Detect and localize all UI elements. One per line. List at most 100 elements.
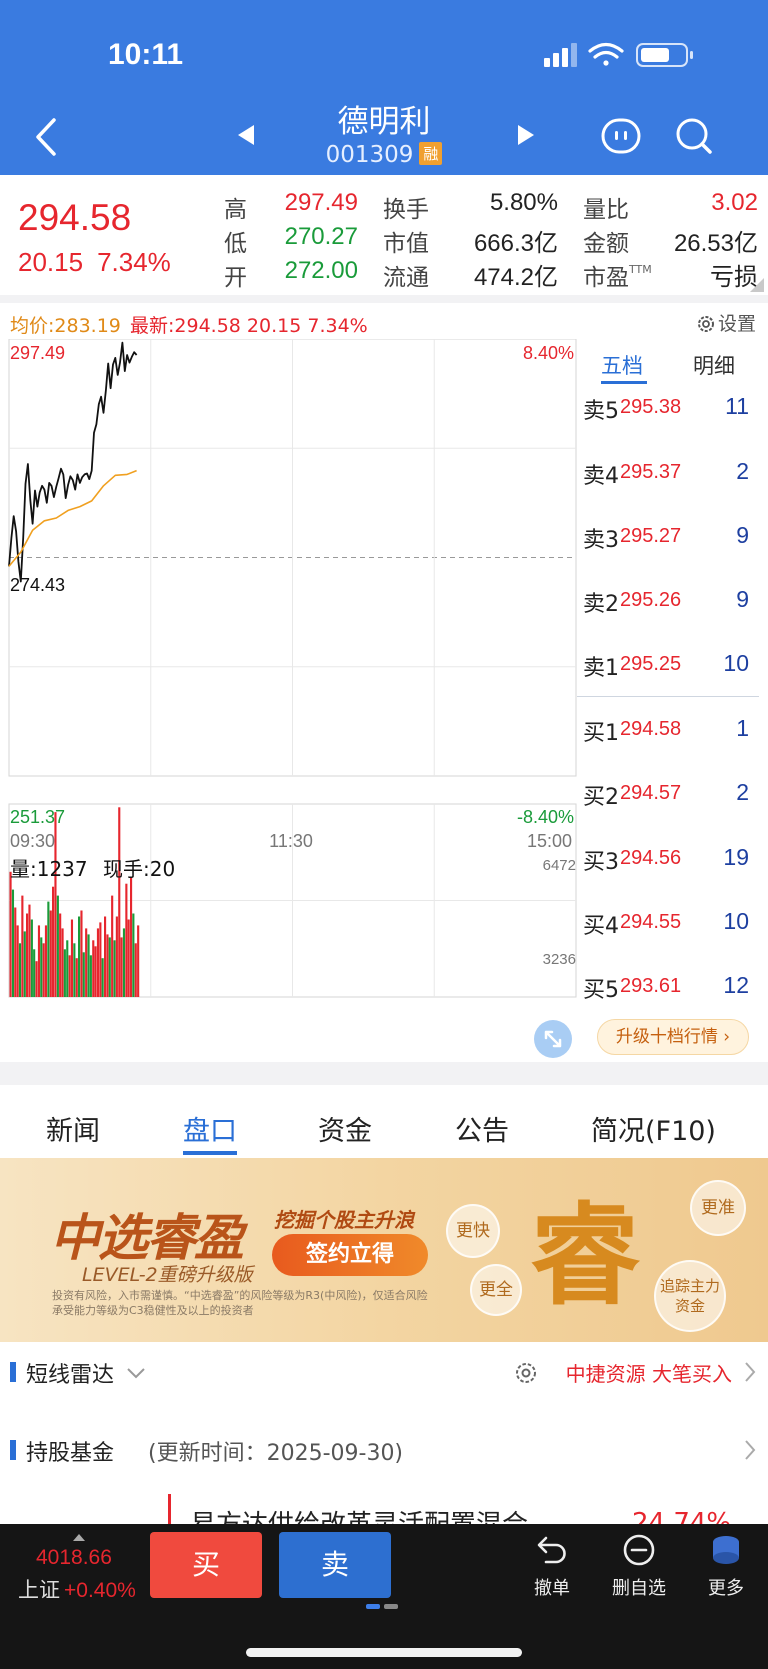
chevron-right-icon[interactable] [742,1437,758,1463]
ask-price: 295.26 [620,589,682,611]
undo-icon [537,1536,566,1564]
ask-volume: 2 [736,458,749,484]
volume-bar [52,886,55,997]
x-tick-label: 11:30 [269,831,313,851]
fullscreen-button[interactable] [534,1020,572,1058]
turnover-label: 换手 [383,197,429,223]
ask-volume: 11 [725,393,749,419]
ask-price: 295.25 [620,653,682,675]
ask-price: 295.38 [620,396,682,418]
assistant-icon[interactable] [599,116,643,156]
remove-watchlist-button[interactable]: 删自选 [604,1532,674,1600]
expand-corner-icon[interactable] [750,278,764,292]
ask-row[interactable]: 卖5 295.38 11 [577,387,759,427]
change-value: 20.15 [18,247,84,277]
search-icon[interactable] [672,116,716,156]
chart-settings-button[interactable]: 设置 [696,309,756,336]
radar-alert[interactable]: 中捷资源 大笔买入 [566,1358,732,1387]
home-indicator[interactable] [246,1648,522,1657]
volume-bar [33,949,36,997]
more-button[interactable]: 更多 [691,1532,761,1600]
volume-bar [28,904,31,997]
funds-update-time: (更新时间：2025-09-30) [148,1441,404,1466]
bid-row[interactable]: 买3 294.56 19 [577,838,759,878]
tab-f10[interactable]: 简况(F10) [591,1109,716,1148]
index-info[interactable]: 上证 +0.40% [18,1574,136,1604]
volume-bar [108,937,111,997]
upgrade-level10-button[interactable]: 升级十档行情 › [597,1019,749,1055]
holding-funds-row[interactable]: 持股基金 (更新时间：2025-09-30) [0,1423,768,1479]
volume-bar [70,919,74,997]
ask-label: 卖5 [583,399,619,424]
volume-bar [96,928,100,997]
banner-bubble: 更准 [690,1180,746,1236]
chevron-right-icon[interactable] [742,1359,758,1385]
tab-funds-flow[interactable]: 资金 [318,1109,372,1148]
order-book: 五档 明细 卖5 295.38 11 卖4 295.37 2 卖3 295.27 9 卖2 2… [577,340,759,1060]
bid-row[interactable]: 买5 293.61 12 [577,966,759,1006]
volume-bar [137,925,140,997]
bid-price: 294.57 [620,782,682,804]
open-label: 开 [224,265,247,291]
tab-market[interactable]: 盘口 [183,1109,237,1148]
last-price: 294.58 [18,197,132,238]
index-value[interactable]: 4018.66 [36,1546,112,1570]
gear-icon[interactable] [514,1361,538,1385]
bid-row[interactable]: 买1 294.58 1 [577,709,759,749]
banner-bubble: 更全 [470,1264,522,1316]
volume-bar [111,895,114,997]
volume-bar [73,943,76,997]
chevron-down-icon[interactable] [125,1365,147,1381]
volume-bar [127,919,130,997]
tab-five-levels[interactable]: 五档 [601,350,643,380]
volume-bar [59,913,62,997]
ask-row[interactable]: 卖2 295.26 9 [577,580,759,620]
volume-bar [87,934,90,997]
y-top-label: 297.49 [10,343,65,363]
ask-row[interactable]: 卖1 295.25 10 [577,644,759,684]
tab-news[interactable]: 新闻 [46,1109,100,1148]
volume-bar [23,931,26,997]
bid-row[interactable]: 买4 294.55 10 [577,902,759,942]
price-change: 20.15 7.34% [18,247,185,278]
banner-level: LEVEL-2重磅升级版 [82,1264,253,1286]
bid-row[interactable]: 买2 294.57 2 [577,773,759,813]
stock-name: 德明利 [337,104,431,140]
volume-max-label: 6472 [543,857,576,874]
promo-banner[interactable]: 中选睿盈 挖掘个股主升浪 签约立得 LEVEL-2重磅升级版 投资有风险，入市需… [0,1158,768,1342]
settings-label: 设置 [718,313,757,335]
amount-value: 26.53亿 [673,230,758,257]
bid-volume: 2 [736,779,749,805]
minus-circle-icon [623,1534,655,1566]
volume-bar [120,937,123,997]
intraday-chart[interactable]: 297.49 274.43 251.37 8.40% -8.40% 09:30 … [0,339,577,1061]
low-value: 270.27 [284,223,358,250]
tab-details[interactable]: 明细 [693,350,735,380]
more-label: 更多 [708,1578,744,1599]
ask-row[interactable]: 卖3 295.27 9 [577,516,759,556]
volume-bar [40,937,43,997]
ask-volume: 9 [736,522,749,548]
series-line-price [8,341,138,583]
sell-button[interactable]: 卖 [279,1532,391,1598]
cancel-order-button[interactable]: 撤单 [517,1532,587,1600]
ask-volume: 10 [723,650,749,676]
tab-announcements[interactable]: 公告 [455,1109,509,1148]
signal-icon [544,43,577,67]
prev-stock-button[interactable] [234,122,258,148]
ask-row[interactable]: 卖4 295.37 2 [577,452,759,492]
back-button[interactable] [28,112,68,162]
volume-bar [37,925,41,997]
avg-price-text: 均价:283.19 [10,315,121,337]
banner-sign-button[interactable]: 签约立得 [272,1234,428,1276]
y-mid-label: 274.43 [10,575,65,595]
volume-bar [115,916,118,997]
ask-price: 295.37 [620,461,682,483]
buy-button[interactable]: 买 [150,1532,262,1598]
high-label: 高 [224,197,247,223]
next-stock-button[interactable] [514,122,538,148]
short-term-radar-row[interactable]: 短线雷达 中捷资源 大笔买入 [0,1345,768,1401]
cancel-order-label: 撤单 [534,1578,570,1599]
expand-icon [544,1030,562,1048]
banner-bubble: 更快 [446,1204,500,1258]
